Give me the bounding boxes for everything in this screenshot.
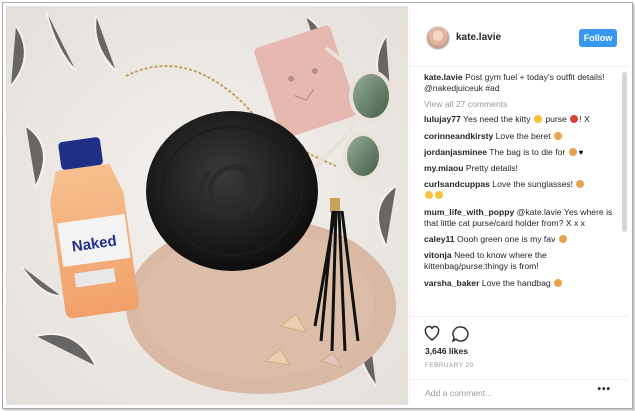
comment-text: Love the beret bbox=[495, 130, 551, 141]
black-heart-icon: ♥ bbox=[578, 147, 584, 157]
comment-username[interactable]: caley11 bbox=[424, 234, 455, 244]
comment-text: Oooh green one is my fav bbox=[456, 234, 556, 245]
avatar[interactable] bbox=[426, 26, 450, 50]
comment-text: purse bbox=[545, 114, 567, 125]
post-photo[interactable]: Naked bbox=[6, 6, 408, 405]
heart-icon[interactable] bbox=[424, 325, 440, 341]
comment-username[interactable]: lulujay77 bbox=[424, 114, 461, 124]
caption: kate.lavie Post gym fuel + today's outfi… bbox=[424, 72, 613, 94]
view-all-comments-link[interactable]: View all 27 comments bbox=[424, 99, 613, 109]
heart-eyes-emoji-icon bbox=[558, 235, 567, 244]
add-comment-bar: Add a comment... ••• bbox=[410, 379, 629, 407]
caption-username[interactable]: kate.lavie bbox=[424, 72, 463, 82]
comment-icon[interactable] bbox=[451, 326, 469, 343]
comment-username[interactable]: my.miaou bbox=[424, 163, 463, 173]
comment-username[interactable]: vitonja bbox=[424, 250, 452, 260]
comment-text: Pretty details! bbox=[465, 163, 518, 174]
comment-item: mum_life_with_poppy @kate.lavie Yes wher… bbox=[424, 207, 613, 229]
comment-text: Yes need the kitty bbox=[463, 114, 531, 125]
post-header: kate.lavie Follow bbox=[410, 6, 629, 67]
comments-panel: kate.lavie Post gym fuel + today's outfi… bbox=[410, 67, 629, 317]
comment-username[interactable]: mum_life_with_poppy bbox=[424, 207, 514, 217]
follow-button[interactable]: Follow bbox=[579, 29, 617, 47]
comment-username[interactable]: curlsandcuppas bbox=[424, 179, 490, 189]
add-comment-input[interactable]: Add a comment... bbox=[425, 388, 492, 398]
comment-text: ! X bbox=[579, 114, 590, 125]
comment-item: vitonja Need to know where the kittenbag… bbox=[424, 250, 613, 272]
screenshot-frame: Naked kate.lavie Follow kate.lavie Post … bbox=[2, 2, 633, 409]
comment-username[interactable]: varsha_baker bbox=[424, 278, 479, 288]
post-actions: 3,646 likes FEBRUARY 20 Add a comment...… bbox=[410, 316, 629, 406]
more-options-icon[interactable]: ••• bbox=[597, 384, 611, 395]
heart-eyes-emoji-icon bbox=[554, 278, 563, 287]
heart-eyes-emoji-icon bbox=[576, 180, 585, 189]
likes-count[interactable]: 3,646 likes bbox=[425, 346, 468, 356]
comment-item: varsha_baker Love the handbag bbox=[424, 278, 613, 289]
comment-item: my.miaou Pretty details! bbox=[424, 163, 613, 174]
comment-item: caley11 Oooh green one is my fav bbox=[424, 234, 613, 245]
emoji-icon bbox=[570, 115, 579, 124]
comment-item: jordanjasminee The bag is to die for ♥ bbox=[424, 147, 613, 158]
post-username[interactable]: kate.lavie bbox=[456, 32, 501, 43]
comment-username[interactable]: jordanjasminee bbox=[424, 147, 487, 157]
comment-item: curlsandcuppas Love the sunglasses! bbox=[424, 179, 613, 201]
post-date: FEBRUARY 20 bbox=[425, 362, 474, 369]
heart-eyes-emoji-icon bbox=[568, 147, 577, 156]
comment-username[interactable]: corinneandkirsty bbox=[424, 131, 493, 141]
post-sidebar: kate.lavie Follow kate.lavie Post gym fu… bbox=[409, 6, 629, 405]
cat-emoji-icon bbox=[533, 115, 542, 124]
action-icons bbox=[424, 325, 474, 348]
comments-scrollbar[interactable] bbox=[622, 72, 627, 232]
comment-text: The bag is to die for bbox=[489, 146, 566, 157]
comment-text: Love the handbag bbox=[481, 277, 551, 288]
sun-emoji-icon bbox=[435, 191, 443, 200]
photo-illustration: Naked bbox=[6, 6, 408, 405]
sunglasses-emoji-icon bbox=[425, 191, 433, 200]
comment-item: lulujay77 Yes need the kitty purse ! X bbox=[424, 114, 613, 125]
comment-text: Love the sunglasses! bbox=[492, 179, 574, 190]
comment-item: corinneandkirsty Love the beret bbox=[424, 131, 613, 142]
smile-emoji-icon bbox=[553, 131, 562, 140]
